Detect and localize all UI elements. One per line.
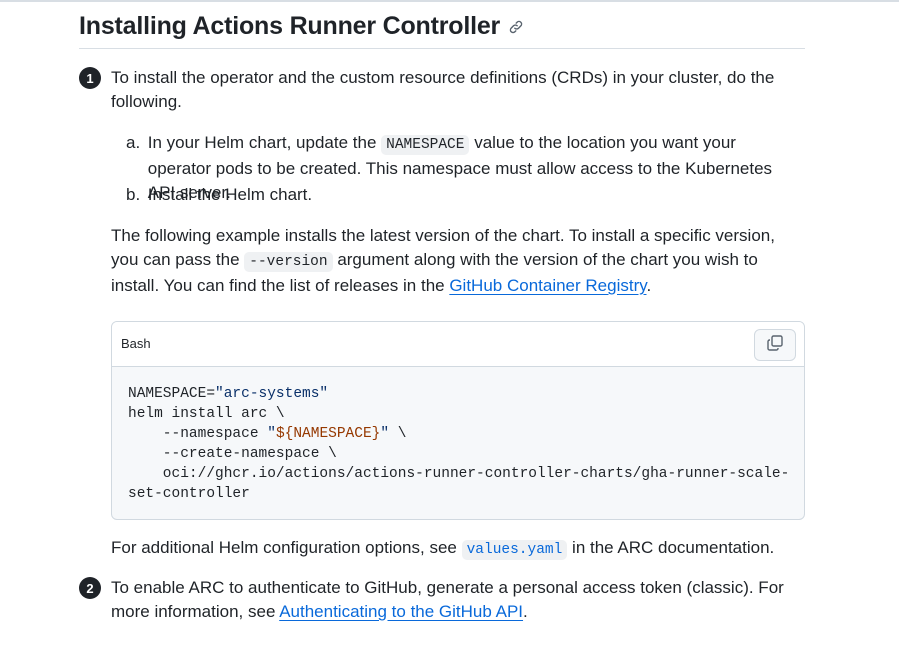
substep-a-text-1: In your Helm chart, update the bbox=[147, 133, 382, 152]
step-1-badge: 1 bbox=[79, 67, 101, 89]
copy-icon bbox=[766, 334, 784, 357]
code-string: " bbox=[380, 426, 390, 442]
code-language-label: Bash bbox=[121, 336, 151, 351]
code-line-5: oci://ghcr.io/actions/actions-runner-con… bbox=[128, 466, 790, 482]
code-token: \ bbox=[389, 426, 407, 442]
substep-b-label: b. bbox=[126, 185, 141, 204]
container-registry-link[interactable]: GitHub Container Registry bbox=[449, 276, 646, 295]
code-line-1: NAMESPACE="arc-systems" bbox=[128, 386, 328, 402]
page-heading-text: Installing Actions Runner Controller bbox=[79, 12, 501, 40]
code-line-4: --create-namespace \ bbox=[128, 446, 337, 462]
example-paragraph: The following example installs the lates… bbox=[111, 224, 801, 298]
code-string: " bbox=[267, 426, 276, 442]
step-2-text: To enable ARC to authenticate to GitHub,… bbox=[111, 576, 806, 624]
code-line-6: set-controller bbox=[128, 486, 250, 502]
substep-b: b. Install the Helm chart. bbox=[126, 183, 806, 207]
additional-text-1: For additional Helm configuration option… bbox=[111, 538, 462, 557]
code-block-header: Bash bbox=[112, 322, 804, 367]
authenticating-api-link[interactable]: Authenticating to the GitHub API bbox=[279, 602, 523, 621]
code-content: NAMESPACE="arc-systems" helm install arc… bbox=[112, 367, 804, 504]
additional-text-2: in the ARC documentation. bbox=[567, 538, 775, 557]
step-2-badge: 2 bbox=[79, 577, 101, 599]
step-1-text: To install the operator and the custom r… bbox=[111, 68, 775, 111]
code-line-2: helm install arc \ bbox=[128, 406, 285, 422]
values-yaml-link[interactable]: values.yaml bbox=[461, 538, 568, 560]
substep-a-label: a. bbox=[126, 133, 141, 152]
code-token: --namespace bbox=[128, 426, 268, 442]
namespace-inline-code: NAMESPACE bbox=[381, 135, 470, 155]
code-line-3: --namespace "${NAMESPACE}" \ bbox=[128, 426, 407, 442]
top-divider bbox=[0, 0, 899, 2]
code-variable: ${NAMESPACE} bbox=[275, 426, 381, 442]
copy-button[interactable] bbox=[754, 329, 796, 361]
additional-options-paragraph: For additional Helm configuration option… bbox=[111, 536, 811, 562]
code-block: Bash NAMESPACE="arc-systems" helm instal… bbox=[111, 321, 805, 520]
example-text-3: . bbox=[646, 276, 652, 295]
heading-rule bbox=[79, 48, 805, 49]
code-string: "arc-systems" bbox=[215, 386, 329, 402]
step-2-text-2: . bbox=[523, 602, 528, 621]
link-icon[interactable] bbox=[508, 13, 524, 42]
page-heading: Installing Actions Runner Controller bbox=[79, 12, 524, 42]
values-yaml-code[interactable]: values.yaml bbox=[461, 540, 568, 560]
version-inline-code: --version bbox=[244, 252, 333, 272]
code-token: NAMESPACE= bbox=[128, 386, 216, 402]
substep-b-text: Install the Helm chart. bbox=[147, 185, 313, 204]
